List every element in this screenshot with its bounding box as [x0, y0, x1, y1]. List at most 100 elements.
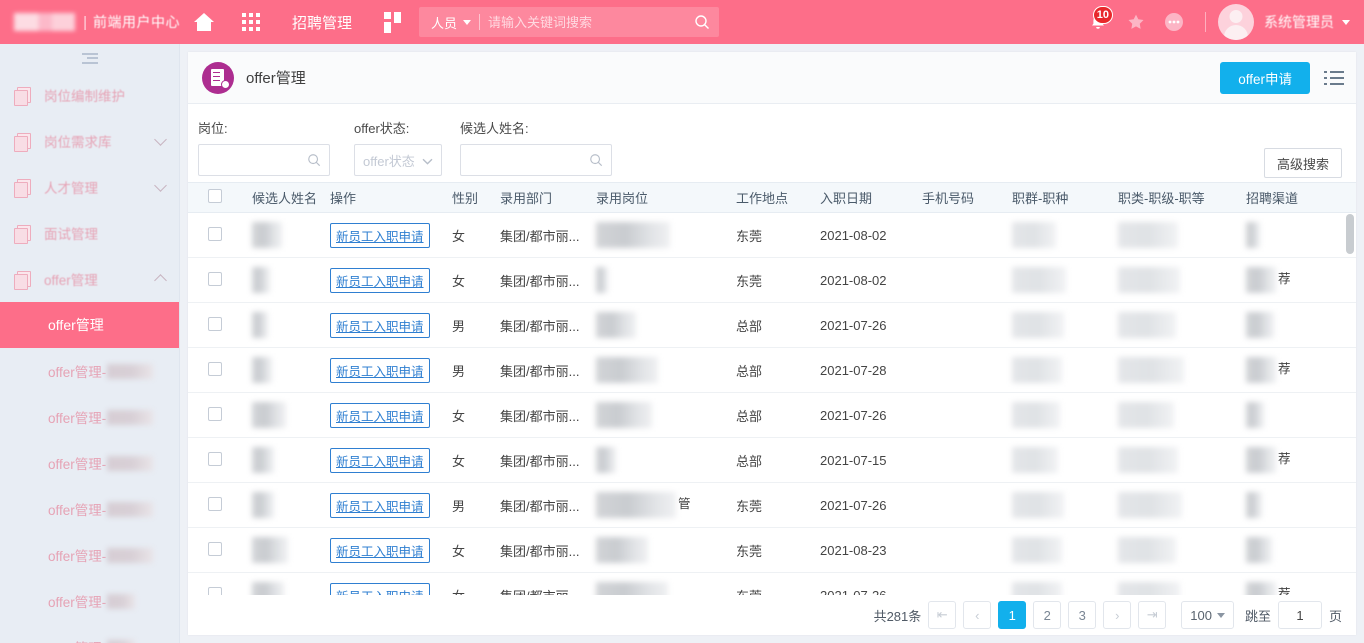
document-icon: [14, 270, 31, 290]
sidebar-item-gangwei-bianzhi[interactable]: 岗位编制维护: [0, 72, 179, 118]
new-employee-entry-button[interactable]: 新员工入职申请: [330, 402, 430, 428]
position-field[interactable]: [198, 144, 330, 176]
list-view-icon[interactable]: [1324, 71, 1344, 85]
row-checkbox[interactable]: [208, 361, 222, 376]
page-button-2[interactable]: 2: [1033, 601, 1062, 629]
new-employee-entry-button[interactable]: 新员工入职申请: [330, 222, 430, 248]
sidebar-subitem-offer-guanli-7[interactable]: offer管理-: [0, 624, 179, 643]
sidebar-item-mianshi-guanli[interactable]: 面试管理: [0, 210, 179, 256]
sidebar-item-gangwei-xuqiuku[interactable]: 岗位需求库: [0, 118, 179, 164]
th-position[interactable]: 录用岗位: [590, 182, 730, 213]
global-search[interactable]: 人员: [419, 7, 720, 37]
chevron-up-icon: [154, 274, 167, 287]
th-gender[interactable]: 性别: [446, 182, 494, 213]
sidebar-subitem-offer-guanli-6[interactable]: offer管理-: [0, 578, 179, 624]
page-button-1[interactable]: 1: [998, 601, 1027, 629]
table-row[interactable]: 新员工入职申请女集团/都市丽... 东莞 2021-08-02 荐: [188, 257, 1356, 303]
favorites-button[interactable]: [1117, 0, 1155, 44]
row-checkbox[interactable]: [208, 541, 222, 556]
th-work-location[interactable]: 工作地点: [730, 182, 814, 213]
last-page-button[interactable]: ⇥: [1138, 601, 1167, 629]
th-operation[interactable]: 操作: [324, 182, 446, 213]
first-page-button[interactable]: ⇤: [928, 601, 957, 629]
scrollbar-thumb[interactable]: [1346, 214, 1354, 254]
new-employee-entry-button[interactable]: 新员工入职申请: [330, 537, 430, 563]
row-checkbox[interactable]: [208, 271, 222, 286]
more-dots-icon: [1165, 13, 1183, 31]
sidebar-subitem-offer-guanli-5[interactable]: offer管理-: [0, 532, 179, 578]
th-phone[interactable]: 手机号码: [916, 182, 1006, 213]
offer-apply-button[interactable]: offer申请: [1220, 61, 1310, 94]
sidebar-subitem-offer-guanli-4[interactable]: offer管理-: [0, 486, 179, 532]
th-job-family[interactable]: 职群-职种: [1006, 182, 1112, 213]
chevron-down-icon[interactable]: [1342, 19, 1350, 25]
jump-page-input[interactable]: [1277, 601, 1322, 629]
cell-work-location: 总部: [730, 347, 814, 393]
sidebar-subitem-offer-guanli-2[interactable]: offer管理-: [0, 394, 179, 440]
new-employee-entry-button[interactable]: 新员工入职申请: [330, 582, 430, 595]
notifications-button[interactable]: 10: [1079, 0, 1117, 44]
apps-button[interactable]: [228, 0, 274, 44]
sidebar-subitem-label: offer管理-: [48, 637, 106, 643]
position-input[interactable]: [207, 152, 307, 168]
page-button-3[interactable]: 3: [1068, 601, 1097, 629]
candidate-name-field[interactable]: [460, 144, 612, 176]
new-employee-entry-button[interactable]: 新员工入职申请: [330, 492, 430, 518]
table-row[interactable]: 新员工入职申请女集团/都市丽... 总部 2021-07-26: [188, 392, 1356, 438]
brand[interactable]: | 前端用户中心: [0, 0, 180, 44]
sidebar-subitem-offer-guanli[interactable]: offer管理: [0, 302, 179, 348]
th-department[interactable]: 录用部门: [494, 182, 590, 213]
table-row[interactable]: 新员工入职申请女集团/都市丽... 东莞 2021-08-23: [188, 527, 1356, 573]
user-name[interactable]: 系统管理员: [1264, 12, 1334, 32]
th-channel[interactable]: 招聘渠道: [1240, 182, 1356, 213]
row-checkbox[interactable]: [208, 316, 222, 331]
new-employee-entry-button[interactable]: 新员工入职申请: [330, 447, 430, 473]
row-checkbox[interactable]: [208, 496, 222, 511]
row-checkbox[interactable]: [208, 226, 222, 241]
sidebar-subitem-offer-guanli-3[interactable]: offer管理-: [0, 440, 179, 486]
cell-gender: 男: [446, 302, 494, 348]
more-button[interactable]: [1155, 0, 1193, 44]
sidebar-item-rencai-guanli[interactable]: 人才管理: [0, 164, 179, 210]
th-entry-date[interactable]: 入职日期: [814, 182, 916, 213]
search-icon[interactable]: [685, 14, 719, 30]
row-checkbox[interactable]: [208, 586, 222, 595]
sidebar-item-offer-guanli[interactable]: offer管理: [0, 256, 179, 302]
new-employee-entry-button[interactable]: 新员工入职申请: [330, 267, 430, 293]
select-all-checkbox[interactable]: [208, 189, 222, 203]
table-row[interactable]: 新员工入职申请男集团/都市丽... 管 东莞 2021-07-26: [188, 482, 1356, 528]
next-page-button[interactable]: ›: [1103, 601, 1132, 629]
prev-page-button[interactable]: ‹: [963, 601, 992, 629]
table-row[interactable]: 新员工入职申请男集团/都市丽... 总部 2021-07-28 荐: [188, 347, 1356, 393]
cell-entry-date: 2021-08-02: [814, 257, 916, 303]
home-icon: [194, 13, 214, 31]
header-nav: 招聘管理: [180, 0, 415, 44]
dashboard-button[interactable]: [370, 0, 415, 44]
th-candidate[interactable]: 候选人姓名: [246, 182, 324, 213]
offer-status-select[interactable]: offer状态: [354, 144, 442, 176]
candidate-name-input[interactable]: [469, 152, 589, 168]
new-employee-entry-button[interactable]: 新员工入职申请: [330, 357, 430, 383]
th-select-all[interactable]: [188, 182, 246, 213]
search-input[interactable]: [480, 14, 686, 30]
table-row[interactable]: 新员工入职申请 女集团/都市丽... 东莞2021-07-26 荐: [188, 572, 1356, 595]
filter-candidate-name-label: 候选人姓名:: [460, 121, 529, 136]
table-row[interactable]: 新员工入职申请男集团/都市丽... 总部 2021-07-26: [188, 302, 1356, 348]
row-checkbox[interactable]: [208, 451, 222, 466]
table-scrollbar[interactable]: [1346, 212, 1354, 593]
page-size-select[interactable]: 100: [1181, 601, 1234, 629]
avatar[interactable]: [1218, 4, 1254, 40]
redacted-text: [107, 593, 136, 609]
row-checkbox[interactable]: [208, 406, 222, 421]
advanced-search-button[interactable]: 高级搜索: [1263, 148, 1342, 178]
sidebar-subitem-offer-guanli-1[interactable]: offer管理-: [0, 348, 179, 394]
table-row[interactable]: 新员工入职申请女集团/都市丽... 总部 2021-07-15 荐: [188, 437, 1356, 483]
cell-department: 集团/都市丽...: [494, 302, 590, 348]
new-employee-entry-button[interactable]: 新员工入职申请: [330, 312, 430, 338]
search-scope-label[interactable]: 人员: [419, 13, 463, 32]
th-job-class[interactable]: 职类-职级-职等: [1112, 182, 1240, 213]
home-button[interactable]: [180, 0, 228, 44]
table-row[interactable]: 新员工入职申请女集团/都市丽... 东莞 2021-08-02: [188, 212, 1356, 258]
chevron-down-icon[interactable]: [463, 19, 472, 25]
sidebar-collapse-button[interactable]: [0, 44, 179, 72]
